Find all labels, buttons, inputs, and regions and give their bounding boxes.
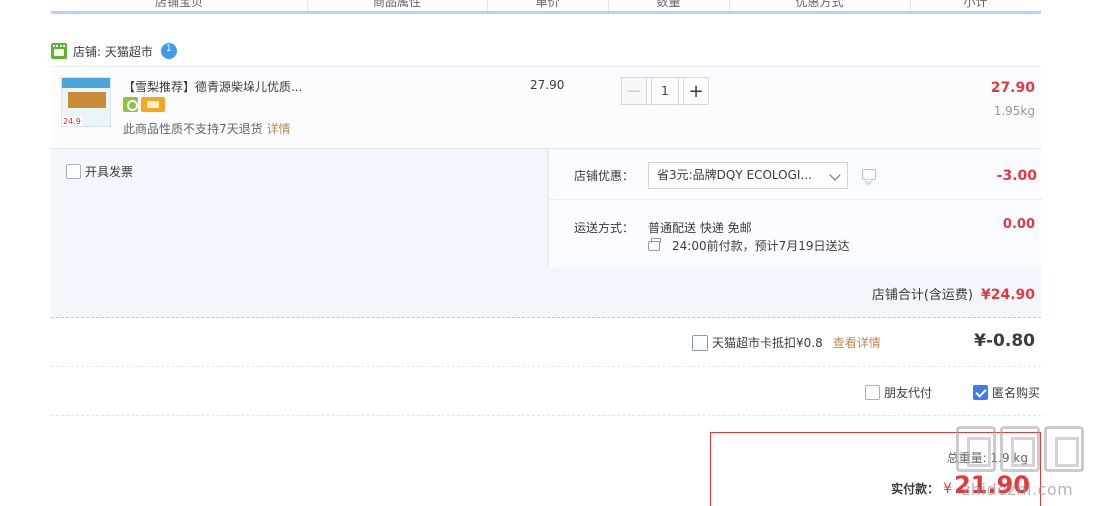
anonymous-purchase-option[interactable]: 匿名购买: [973, 384, 1040, 401]
guarantee-badge-icon[interactable]: [123, 97, 138, 112]
actual-payment-amount: 21.90: [954, 471, 1030, 499]
watermark-logo-icon: [1044, 426, 1084, 472]
invoice-option[interactable]: 开具发票: [66, 163, 133, 180]
card-deduction-label: 天猫超市卡抵扣¥0.8: [712, 336, 823, 350]
anonymous-checkbox[interactable]: [973, 385, 988, 400]
col-quantity: 数量: [656, 0, 681, 9]
product-thumbnail[interactable]: 24.9: [61, 77, 111, 127]
col-shop-items: 店铺宝贝: [154, 0, 203, 9]
delivery-time-icon: [648, 237, 661, 251]
header-divider: [487, 0, 488, 11]
shop-line: 店铺: 天猫超市: [51, 41, 177, 61]
cart-item: 24.9 【雪梨推荐】德青源柴垛儿优质... 此商品性质不支持7天退货 详情 27…: [51, 66, 1041, 146]
quantity-minus-button[interactable]: −: [621, 77, 647, 105]
card-deduction-checkbox[interactable]: [692, 334, 708, 351]
shipping-eta-text: 24:00前付款，预计7月19日送达: [672, 239, 850, 253]
shipping-method: 普通配送 快递 免邮: [648, 221, 752, 235]
actual-payment-label: 实付款：: [891, 482, 940, 496]
discount-row: 店铺优惠： 省3元:品牌DQY ECOLOGI... -3.00: [549, 149, 1043, 200]
currency-symbol: ¥: [943, 481, 953, 497]
header-divider: [608, 0, 609, 11]
payment-summary: 总重量: 1.9 kg 实付款： ¥ 21.90: [710, 432, 1041, 506]
item-subtotal: 27.90: [990, 80, 1035, 96]
invoice-checkbox[interactable]: [66, 164, 81, 179]
unit-price: 27.90: [530, 78, 565, 92]
header-divider: [307, 0, 308, 11]
friend-pay-checkbox[interactable]: [865, 385, 880, 400]
product-title-link[interactable]: 【雪梨推荐】德青源柴垛儿优质...: [123, 78, 302, 95]
card-deduction-row: 天猫超市卡抵扣¥0.8 查看详情 ¥-0.80: [51, 320, 1041, 367]
header-divider: [729, 0, 730, 11]
return-detail-link[interactable]: 详情: [267, 122, 291, 136]
order-options: 开具发票 店铺优惠： 省3元:品牌DQY ECOLOGI... -3.00 运送…: [51, 148, 1043, 318]
actual-payment: 实付款： ¥ 21.90: [891, 471, 1030, 499]
shop-name-link[interactable]: 店铺: 天猫超市: [73, 43, 153, 60]
quantity-stepper: − 1 +: [621, 77, 709, 106]
shipping-value: 0.00: [1002, 217, 1035, 232]
friend-pay-option[interactable]: 朋友代付: [865, 384, 932, 401]
message-icon[interactable]: [862, 169, 876, 180]
card-payment-badge-icon[interactable]: [141, 97, 165, 112]
shop-total-label: 店铺合计(含运费): [871, 288, 973, 303]
card-detail-link[interactable]: 查看详情: [833, 334, 881, 351]
total-weight: 总重量: 1.9 kg: [946, 451, 1028, 465]
header-divider: [910, 0, 911, 11]
friend-pay-label: 朋友代付: [884, 386, 933, 400]
thumbnail-box: [68, 92, 106, 108]
col-discount: 优惠方式: [795, 0, 844, 9]
card-deduction-value: ¥-0.80: [974, 331, 1035, 351]
discount-value: -3.00: [996, 168, 1037, 184]
shop-total: 店铺合计(含运费) ¥24.90: [872, 284, 1035, 303]
payment-options-row: 朋友代付 匿名购买: [51, 368, 1041, 416]
quantity-input[interactable]: 1: [647, 77, 683, 106]
discount-select-value: 省3元:品牌DQY ECOLOGI...: [657, 168, 812, 182]
item-weight: 1.95kg: [993, 104, 1035, 118]
chevron-down-icon: [829, 169, 841, 181]
card-deduction-option[interactable]: 天猫超市卡抵扣¥0.8 查看详情: [692, 334, 881, 351]
shop-icon: [51, 43, 67, 59]
col-attributes: 商品属性: [372, 0, 421, 9]
discount-label: 店铺优惠：: [574, 169, 635, 183]
wangwang-chat-icon[interactable]: [160, 43, 177, 59]
col-subtotal: 小计: [963, 0, 988, 9]
quantity-value: 1: [661, 84, 669, 98]
return-policy-text: 此商品性质不支持7天退货: [123, 122, 263, 136]
invoice-label: 开具发票: [85, 165, 134, 179]
quantity-plus-button[interactable]: +: [683, 77, 709, 105]
col-unit-price: 单价: [535, 0, 560, 9]
shipping-eta: 24:00前付款，预计7月19日送达: [648, 237, 850, 254]
table-header: 店铺宝贝 商品属性 单价 数量 优惠方式 小计: [51, 0, 1041, 14]
discount-select[interactable]: 省3元:品牌DQY ECOLOGI...: [648, 162, 848, 189]
anonymous-label: 匿名购买: [992, 386, 1041, 400]
thumbnail-price-tag: 24.9: [62, 117, 82, 126]
thumbnail-band: [62, 78, 110, 88]
return-policy-note: 此商品性质不支持7天退货 详情: [123, 120, 291, 137]
discount-shipping-panel: 店铺优惠： 省3元:品牌DQY ECOLOGI... -3.00 运送方式： 普…: [547, 149, 1043, 267]
shop-total-value: ¥24.90: [980, 287, 1035, 303]
shipping-label: 运送方式：: [574, 221, 635, 235]
